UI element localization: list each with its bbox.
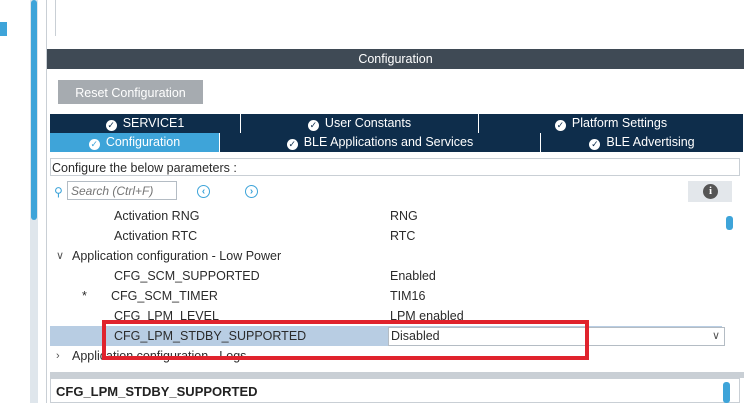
param-name: Activation RTC: [114, 229, 198, 243]
chevron-right-icon[interactable]: ›: [56, 346, 60, 366]
tree-row-cfg-scm-timer[interactable]: * CFG_SCM_TIMER TIM16: [50, 286, 722, 306]
check-circle-icon: ✓: [286, 139, 298, 150]
top-area: [47, 0, 744, 48]
top-area-divider: [47, 0, 56, 36]
param-value: RNG: [390, 209, 418, 223]
check-circle-icon: ✓: [105, 120, 117, 131]
parameters-label: Configure the below parameters :: [50, 158, 740, 176]
tab-label: Platform Settings: [571, 116, 668, 130]
previous-match-icon[interactable]: ‹: [197, 185, 210, 198]
search-icon: ⚲: [54, 185, 63, 199]
left-scrollbar[interactable]: [30, 0, 38, 403]
tab-ble-advertising[interactable]: ✓ BLE Advertising: [541, 133, 744, 152]
tree-group-low-power[interactable]: ∨ Application configuration - Low Power: [50, 246, 722, 266]
tab-configuration[interactable]: ✓ Configuration: [50, 133, 220, 152]
reset-configuration-button[interactable]: Reset Configuration: [58, 80, 203, 104]
param-value: TIM16: [390, 289, 426, 303]
tab-label: User Constants: [324, 116, 412, 130]
param-value: Enabled: [390, 269, 436, 283]
tree-scrollbar-thumb[interactable]: [726, 216, 733, 230]
param-name: CFG_SCM_SUPPORTED: [114, 269, 260, 283]
tab-label: BLE Applications and Services: [303, 135, 474, 149]
info-icon: i: [703, 184, 718, 199]
search-input[interactable]: [67, 181, 177, 200]
param-name: Activation RNG: [114, 209, 200, 223]
tab-row-1: ✓ SERVICE1 ✓ User Constants ✓ Platform Sett…: [50, 114, 744, 133]
left-panel-marker: [0, 22, 7, 36]
info-button[interactable]: i: [688, 181, 732, 202]
check-circle-icon: ✓: [88, 139, 100, 150]
tab-ble-applications-and-services[interactable]: ✓ BLE Applications and Services: [220, 133, 541, 152]
highlight-annotation: [102, 320, 589, 360]
tab-user-constants[interactable]: ✓ User Constants: [241, 114, 479, 133]
description-scrollbar[interactable]: [723, 382, 730, 403]
tree-row-activation-rtc[interactable]: Activation RTC RTC: [50, 226, 722, 246]
tree-row-cfg-scm-supported[interactable]: CFG_SCM_SUPPORTED Enabled: [50, 266, 722, 286]
param-value: RTC: [390, 229, 416, 243]
tree-row-activation-rng[interactable]: Activation RNG RNG: [50, 206, 722, 226]
check-circle-icon: ✓: [554, 120, 566, 131]
next-match-icon[interactable]: ›: [245, 185, 258, 198]
check-circle-icon: ✓: [307, 120, 319, 131]
configuration-header: Configuration: [47, 49, 744, 69]
chevron-down-icon[interactable]: ∨: [56, 246, 64, 266]
tab-label: SERVICE1: [122, 116, 185, 130]
description-title: CFG_LPM_STDBY_SUPPORTED: [56, 384, 258, 399]
tab-label: BLE Advertising: [606, 135, 695, 149]
tab-service1[interactable]: ✓ SERVICE1: [50, 114, 241, 133]
tab-row-2: ✓ Configuration ✓ BLE Applications and Ser…: [50, 133, 744, 152]
left-scrollbar-thumb[interactable]: [31, 0, 37, 220]
chevron-down-icon[interactable]: ∨: [712, 328, 720, 345]
param-name: CFG_SCM_TIMER: [111, 289, 218, 303]
check-circle-icon: ✓: [589, 139, 601, 150]
tab-label: Configuration: [105, 135, 181, 149]
tab-platform-settings[interactable]: ✓ Platform Settings: [479, 114, 744, 133]
group-label: Application configuration - Low Power: [72, 249, 282, 263]
modified-marker: *: [82, 289, 87, 303]
left-panel-edge: [0, 0, 30, 403]
tree-scrollbar[interactable]: [726, 212, 733, 372]
